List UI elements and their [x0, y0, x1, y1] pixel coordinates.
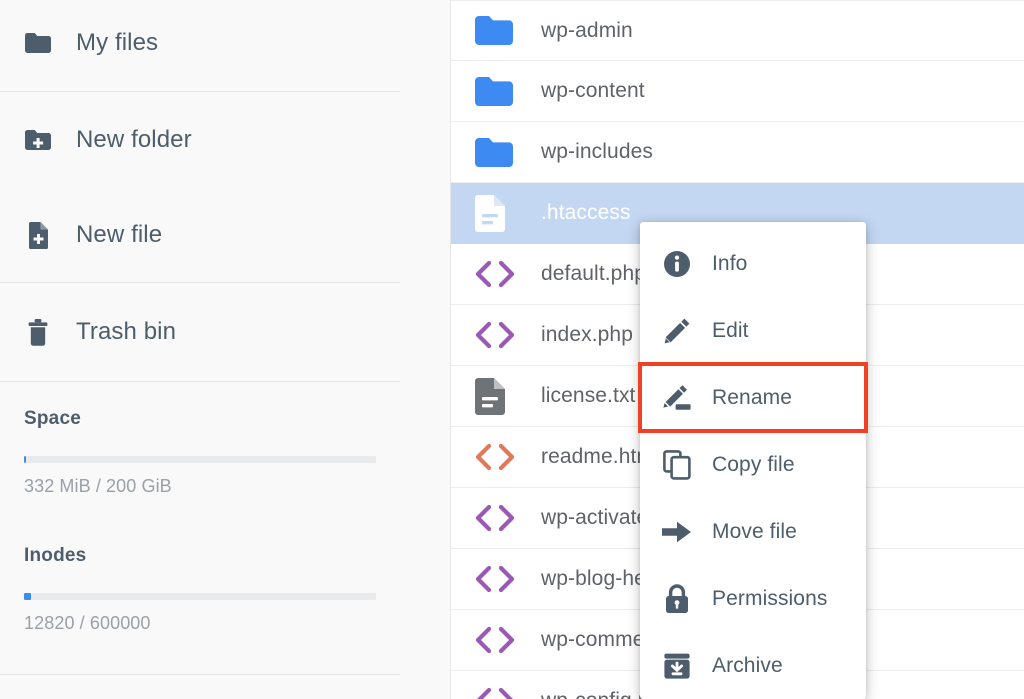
inodes-usage-text: 12820 / 600000: [24, 613, 376, 634]
space-title: Space: [24, 408, 376, 430]
code-icon-purple: [474, 317, 516, 353]
sidebar-item-label: New folder: [76, 126, 192, 154]
file-name: .htaccess: [541, 201, 631, 225]
pencil-icon: [662, 316, 692, 346]
context-menu-item-edit[interactable]: Edit: [640, 297, 866, 364]
file-name: index.php: [541, 323, 633, 347]
file-plus-icon: [24, 221, 52, 249]
trash-icon: [24, 318, 52, 346]
context-menu-item-permissions[interactable]: Permissions: [640, 565, 866, 632]
arrow-right-icon: [662, 517, 692, 547]
space-usage-block: Space 332 MiB / 200 GiB: [24, 408, 376, 497]
space-progress-fill: [24, 456, 26, 463]
context-menu-item-label: Rename: [712, 386, 792, 410]
context-menu[interactable]: Info Edit Rename Copy file Move file Permissi…: [640, 222, 866, 699]
folder-icon: [24, 29, 52, 57]
rename-icon: [662, 383, 692, 413]
sidebar-divider: [0, 381, 400, 382]
file-name: wp-admin: [541, 19, 633, 43]
context-menu-item-label: Move file: [712, 520, 797, 544]
copy-icon: [662, 450, 692, 480]
context-menu-item-move-file[interactable]: Move file: [640, 498, 866, 565]
context-menu-item-label: Edit: [712, 319, 749, 343]
sidebar-divider: [0, 674, 400, 675]
context-menu-item-label: Copy file: [712, 453, 795, 477]
sidebar-item-my-files[interactable]: My files: [0, 14, 400, 72]
sidebar-item-new-file[interactable]: New file: [0, 206, 400, 264]
space-progress-bar: [24, 456, 376, 463]
space-usage-text: 332 MiB / 200 GiB: [24, 476, 376, 497]
file-name: default.php: [541, 262, 646, 286]
sidebar-divider: [0, 91, 400, 92]
document-icon: [474, 378, 516, 414]
file-row[interactable]: wp-admin: [451, 0, 1024, 61]
context-menu-item-rename[interactable]: Rename: [640, 364, 866, 431]
sidebar-item-label: Trash bin: [76, 318, 176, 346]
folder-plus-icon: [24, 126, 52, 154]
code-icon-purple: [474, 683, 516, 699]
sidebar-divider: [0, 282, 400, 283]
document-icon: [474, 195, 516, 231]
sidebar-item-new-folder[interactable]: New folder: [0, 111, 400, 169]
sidebar-item-label: New file: [76, 221, 162, 249]
code-icon-purple: [474, 500, 516, 536]
file-name: wp-includes: [541, 140, 653, 164]
inodes-progress-fill: [24, 593, 31, 600]
context-menu-item-info[interactable]: Info: [640, 230, 866, 297]
code-icon-purple: [474, 622, 516, 658]
file-manager-screen: My files New folder: [0, 0, 1024, 699]
inodes-title: Inodes: [24, 545, 376, 567]
code-icon-purple: [474, 256, 516, 292]
sidebar-item-trash-bin[interactable]: Trash bin: [0, 303, 400, 361]
inodes-usage-block: Inodes 12820 / 600000: [24, 545, 376, 634]
lock-icon: [662, 584, 692, 614]
archive-icon: [662, 651, 692, 681]
folder-icon: [474, 134, 516, 170]
file-name: wp-content: [541, 79, 645, 103]
context-menu-item-label: Info: [712, 252, 747, 276]
info-icon: [662, 249, 692, 279]
sidebar-item-label: My files: [76, 29, 158, 57]
file-row[interactable]: wp-includes: [451, 122, 1024, 183]
file-row[interactable]: wp-content: [451, 61, 1024, 122]
inodes-progress-bar: [24, 593, 376, 600]
context-menu-item-label: Archive: [712, 654, 783, 678]
code-icon-purple: [474, 561, 516, 597]
folder-icon: [474, 73, 516, 109]
folder-icon: [474, 13, 516, 49]
context-menu-item-label: Permissions: [712, 587, 827, 611]
code-icon-orange: [474, 439, 516, 475]
context-menu-item-copy-file[interactable]: Copy file: [640, 431, 866, 498]
context-menu-item-archive[interactable]: Archive: [640, 632, 866, 699]
file-name: license.txt: [541, 384, 635, 408]
sidebar: My files New folder: [0, 0, 450, 699]
